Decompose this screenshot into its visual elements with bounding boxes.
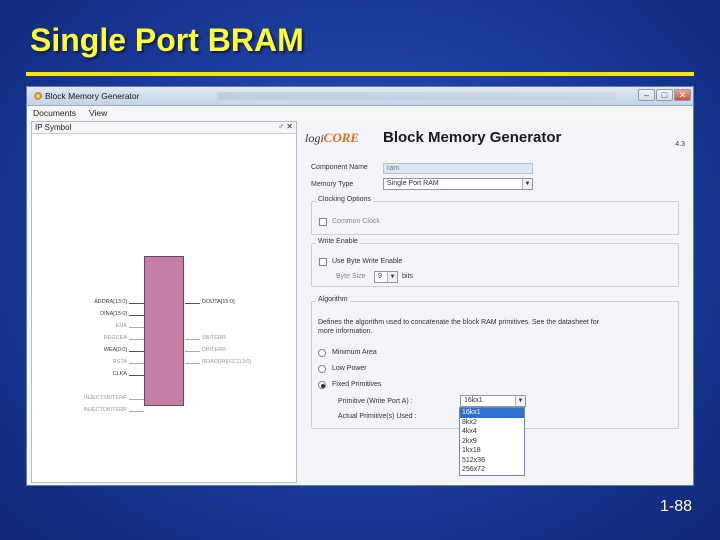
byte-write-enable-checkbox[interactable] xyxy=(319,258,327,266)
title-rule xyxy=(26,72,694,76)
memory-type-value: Single Port RAM xyxy=(387,180,439,187)
minimum-area-radio[interactable] xyxy=(318,349,326,357)
pin-line xyxy=(129,411,144,412)
fixed-primitives-radio[interactable] xyxy=(318,381,326,389)
pin-line xyxy=(185,303,200,304)
pin-ena: ENA xyxy=(115,323,127,329)
pin-regcea: REGCEA xyxy=(103,335,127,341)
pin-injectsbiterr: INJECTSBITERR xyxy=(83,395,127,401)
logo-suffix: CORE xyxy=(323,130,360,145)
blurred-title-extension xyxy=(217,92,617,100)
primitive-dropdown-list: 16kx1 8kx2 4kx4 2kx9 1kx18 512x36 256x72 xyxy=(459,407,525,476)
minimize-button[interactable]: – xyxy=(638,89,655,101)
pin-rsta: RSTA xyxy=(112,359,127,365)
pin-sbiterr: SBITERR xyxy=(202,335,226,341)
low-power-radio[interactable] xyxy=(318,365,326,373)
write-enable-group: Write Enable Use Byte Write Enable Byte … xyxy=(311,238,679,287)
byte-write-enable-label: Use Byte Write Enable xyxy=(332,258,403,265)
ip-symbol-pane: IP Symbol ♂ ✕ ADDRA[13:0] DINA[15:0] ENA… xyxy=(31,121,297,483)
pin-line xyxy=(129,375,144,376)
byte-size-value: 9 xyxy=(378,273,382,280)
window-titlebar[interactable]: Block Memory Generator – □ ✕ xyxy=(27,87,693,106)
byte-size-select[interactable]: 9 ▼ xyxy=(374,271,398,283)
component-name-input[interactable]: ram xyxy=(383,163,533,174)
clocking-options-legend: Clocking Options xyxy=(316,196,373,203)
app-icon xyxy=(34,92,42,100)
primitive-option[interactable]: 1kx18 xyxy=(460,446,524,456)
app-window: Block Memory Generator – □ ✕ Documents V… xyxy=(26,86,694,486)
menubar: Documents View xyxy=(27,106,693,120)
memory-type-select[interactable]: Single Port RAM ▼ xyxy=(383,178,533,190)
version-label: 4.3 xyxy=(675,141,685,148)
pin-line xyxy=(129,339,144,340)
ip-symbol-title: IP Symbol xyxy=(35,123,72,132)
slide-number: 1-88 xyxy=(660,498,693,515)
pin-wea: WEA[0:0] xyxy=(103,347,127,353)
primitive-option[interactable]: 8kx2 xyxy=(460,418,524,428)
pin-line xyxy=(185,363,200,364)
pin-line xyxy=(129,303,144,304)
primitive-value: 16kx1 xyxy=(464,397,483,404)
byte-size-unit: bits xyxy=(402,273,413,280)
byte-size-label: Byte Size xyxy=(336,273,366,280)
chevron-down-icon: ▼ xyxy=(387,272,397,282)
pin-dbiterr: DBITERR xyxy=(202,347,227,353)
primitive-option[interactable]: 2kx9 xyxy=(460,437,524,447)
menu-view[interactable]: View xyxy=(89,108,107,118)
actual-primitive-label: Actual Primitive(s) Used : xyxy=(338,413,417,420)
slide-title: Single Port BRAM xyxy=(30,22,304,58)
memory-type-label: Memory Type xyxy=(311,181,354,188)
algorithm-description-line2: more information. xyxy=(318,328,373,335)
write-enable-legend: Write Enable xyxy=(316,238,360,245)
primitive-option[interactable]: 512x36 xyxy=(460,456,524,466)
pin-douta: DOUTA[15:0] xyxy=(202,299,235,305)
primitive-option[interactable]: 16kx1 xyxy=(460,408,524,418)
pin-line xyxy=(129,315,144,316)
fixed-primitives-label: Fixed Primitives xyxy=(332,381,382,388)
pin-line xyxy=(185,351,200,352)
logo-prefix: logi xyxy=(305,131,324,145)
pin-rdaddrecc: RDADDRECC[13:0] xyxy=(202,359,251,365)
pin-clka: CLKA xyxy=(112,371,127,377)
primitive-option[interactable]: 256x72 xyxy=(460,465,524,475)
component-name-label: Component Name xyxy=(311,164,368,171)
menu-documents[interactable]: Documents xyxy=(33,108,76,118)
logicore-logo: logiCORE xyxy=(305,129,359,147)
common-clock-checkbox[interactable] xyxy=(319,218,327,226)
common-clock-label: Common Clock xyxy=(332,218,380,225)
pin-line xyxy=(129,363,144,364)
primitive-select[interactable]: 16kx1 ▼ xyxy=(460,395,526,407)
algorithm-description-line1: Defines the algorithm used to concatenat… xyxy=(318,319,599,326)
config-pane: logiCORE Block Memory Generator 4.3 Comp… xyxy=(303,121,689,483)
chevron-down-icon: ▼ xyxy=(515,396,525,406)
pin-addra: ADDRA[13:0] xyxy=(93,299,127,305)
window-title: Block Memory Generator xyxy=(45,91,140,101)
pin-line xyxy=(129,351,144,352)
pin-line xyxy=(129,327,144,328)
low-power-label: Low Power xyxy=(332,365,367,372)
pin-injectdbiterr: INJECTDBITERR xyxy=(83,407,127,413)
generator-heading: Block Memory Generator xyxy=(383,129,562,146)
maximize-button[interactable]: □ xyxy=(656,89,673,101)
chevron-down-icon: ▼ xyxy=(522,179,532,189)
ip-symbol-block xyxy=(144,256,184,406)
ip-symbol-header: IP Symbol ♂ ✕ xyxy=(32,122,296,134)
pin-line xyxy=(129,399,144,400)
pin-dina: DINA[15:0] xyxy=(100,311,127,317)
minimum-area-label: Minimum Area xyxy=(332,349,377,356)
algorithm-legend: Algorithm xyxy=(316,296,350,303)
pane-controls[interactable]: ♂ ✕ xyxy=(278,122,293,131)
primitive-option[interactable]: 4kx4 xyxy=(460,427,524,437)
clocking-options-group: Clocking Options Common Clock xyxy=(311,196,679,235)
close-button[interactable]: ✕ xyxy=(674,89,691,101)
pin-line xyxy=(185,339,200,340)
primitive-label: Primitive (Write Port A) : xyxy=(338,398,413,405)
